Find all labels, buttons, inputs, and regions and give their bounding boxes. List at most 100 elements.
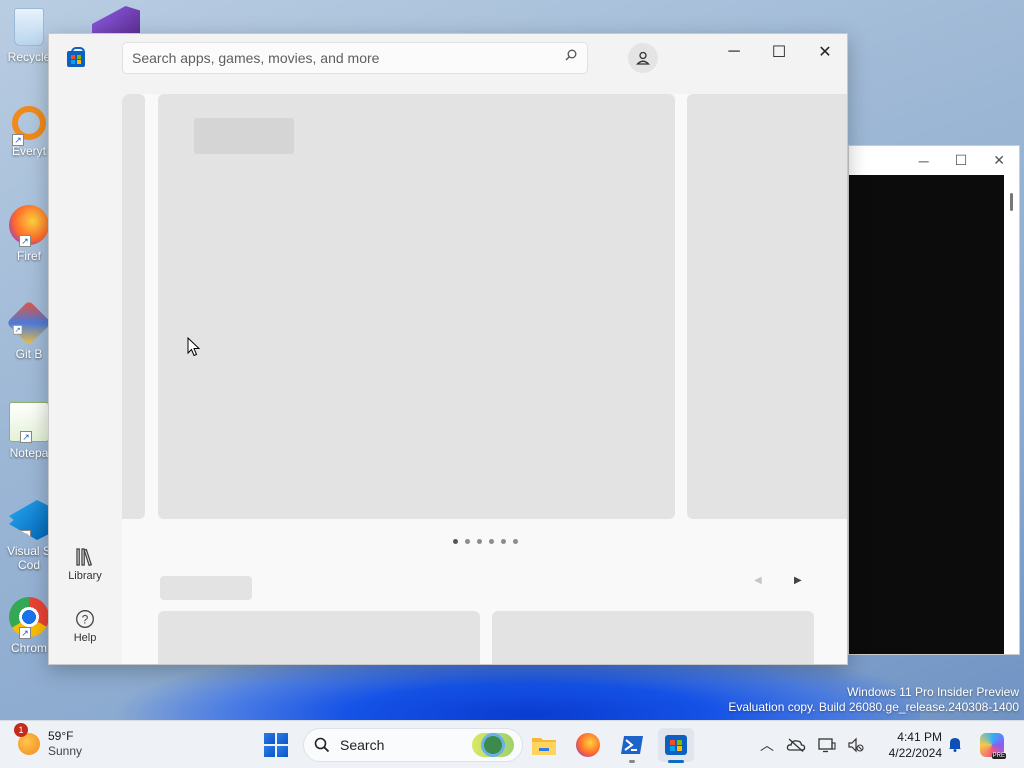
account-button[interactable] [628, 43, 658, 73]
scroll-left-icon[interactable]: ◀ [754, 575, 762, 586]
folder-icon [532, 738, 556, 755]
app-card-placeholder[interactable] [158, 611, 480, 664]
os-watermark: Windows 11 Pro Insider Preview Evaluatio… [728, 685, 1019, 715]
weather-widget[interactable]: 1 59°F Sunny [14, 723, 83, 759]
weather-condition: Sunny [48, 744, 83, 758]
shortcut-arrow-icon: ↗ [12, 134, 24, 146]
taskbar-microsoft-store[interactable] [658, 728, 694, 763]
shortcut-arrow-icon: ↗ [19, 627, 31, 639]
console-output[interactable] [849, 175, 1006, 654]
desktop-icon-notepad[interactable]: ↗ Notepa [4, 402, 54, 460]
console-scrollbar[interactable] [1004, 175, 1019, 654]
carousel-pager[interactable] [453, 539, 518, 544]
network-volume-muted-icon[interactable] [848, 737, 864, 753]
section-title-placeholder [160, 576, 252, 600]
sun-icon: 1 [14, 723, 40, 755]
store-window[interactable]: Library ? Help ─ ☐ ✕ [48, 33, 848, 665]
taskbar-firefox[interactable] [570, 728, 606, 762]
maximize-button[interactable]: ☐ [761, 40, 797, 64]
firefox-icon [576, 733, 600, 757]
hero-card-previous-placeholder[interactable] [122, 94, 145, 519]
shortcut-arrow-icon: ↗ [19, 530, 31, 540]
carousel-dot[interactable] [513, 539, 518, 544]
taskbar-file-explorer[interactable] [526, 728, 562, 762]
console-minimize-button[interactable]: ─ [919, 153, 929, 169]
desktop-icon-vscode[interactable]: ↗ Visual S Cod [4, 500, 54, 572]
sidebar-item-help[interactable]: ? Help [57, 606, 113, 644]
desktop-icon-label: Git B [15, 347, 43, 361]
running-indicator [629, 760, 635, 763]
desktop-icon-firefox[interactable]: ↗ Firef [4, 205, 54, 263]
taskbar-search-label: Search [340, 737, 385, 753]
sidebar-item-library[interactable]: Library [57, 544, 113, 582]
desktop-icon-label: Everyt [11, 144, 46, 158]
desktop-icon-label: Notepa [9, 446, 49, 460]
desktop-icon-recycle-bin[interactable]: Recycle [4, 8, 54, 64]
desktop-icon-label: Chrom [10, 641, 47, 655]
everything-search-icon: ↗ [12, 106, 46, 146]
shortcut-arrow-icon: ↗ [19, 235, 31, 247]
svg-text:?: ? [82, 613, 89, 627]
running-indicator [668, 760, 684, 763]
hero-title-placeholder [194, 118, 294, 154]
search-icon[interactable] [565, 49, 577, 64]
scrollbar-thumb[interactable] [1010, 193, 1013, 211]
store-icon [665, 735, 687, 755]
watermark-line2: Evaluation copy. Build 26080.ge_release.… [728, 700, 1019, 714]
desktop-icon-git-bash[interactable]: ↗ Git B [4, 300, 54, 361]
scroll-right-icon[interactable]: ▶ [794, 575, 802, 586]
close-button[interactable]: ✕ [807, 40, 843, 64]
console-maximize-button[interactable]: ☐ [955, 152, 968, 169]
watermark-line1: Windows 11 Pro Insider Preview [847, 685, 1019, 699]
firefox-icon: ↗ [9, 205, 49, 247]
weather-badge: 1 [14, 723, 28, 737]
sidebar-item-label: Library [68, 570, 102, 582]
chevron-up-icon[interactable]: ︿ [760, 735, 774, 755]
earth-day-icon [472, 733, 514, 757]
carousel-dot[interactable] [465, 539, 470, 544]
copilot-pre-badge: PRE [991, 753, 1006, 759]
git-bash-icon: ↗ [6, 300, 52, 346]
visual-studio-icon[interactable] [92, 6, 140, 36]
powershell-icon [621, 736, 643, 754]
carousel-dot[interactable] [501, 539, 506, 544]
mouse-cursor-icon [187, 337, 201, 357]
recycle-bin-icon [14, 8, 44, 46]
start-button[interactable] [264, 733, 288, 757]
shortcut-arrow-icon: ↗ [20, 431, 32, 443]
store-content-area[interactable]: ◀ ▶ [122, 94, 847, 664]
store-logo-icon [67, 47, 85, 67]
search-input[interactable] [123, 43, 543, 73]
desktop-icon-everything[interactable]: ↗ Everyt [4, 106, 54, 158]
windows-logo-icon [264, 733, 275, 744]
weather-temperature: 59°F [48, 729, 74, 743]
chrome-icon: ↗ [9, 597, 49, 639]
console-titlebar: ─ ☐ ✕ [849, 146, 1019, 175]
console-window[interactable]: ─ ☐ ✕ [848, 145, 1020, 655]
store-sidebar: Library ? Help [49, 34, 122, 664]
taskbar-search[interactable]: Search [303, 728, 523, 762]
library-icon [57, 544, 113, 570]
app-card-placeholder[interactable] [492, 611, 814, 664]
sidebar-item-label: Help [73, 632, 97, 644]
carousel-dot[interactable] [489, 539, 494, 544]
minimize-button[interactable]: ─ [716, 40, 752, 64]
desktop-icon-chrome[interactable]: ↗ Chrom [4, 597, 54, 655]
search-icon [314, 737, 330, 753]
taskbar-powershell[interactable] [614, 728, 650, 763]
notification-bell-icon[interactable] [948, 736, 962, 756]
carousel-dot[interactable] [453, 539, 458, 544]
help-icon: ? [57, 606, 113, 632]
store-search-box[interactable] [122, 42, 588, 74]
system-clock[interactable]: 4:41 PM 4/22/2024 [882, 729, 942, 761]
console-close-button[interactable]: ✕ [993, 152, 1005, 169]
carousel-dot[interactable] [477, 539, 482, 544]
desktop-icon-label: Firef [17, 249, 41, 263]
hero-card-placeholder[interactable] [158, 94, 675, 519]
hero-card-next-placeholder[interactable] [687, 94, 847, 519]
notepad-plus-plus-icon: ↗ [9, 402, 49, 443]
onedrive-offline-icon[interactable] [786, 738, 806, 752]
desktop-icon-label: Visual S [7, 544, 51, 558]
display-icon[interactable] [818, 737, 836, 753]
copilot-icon[interactable]: PRE [980, 733, 1006, 759]
